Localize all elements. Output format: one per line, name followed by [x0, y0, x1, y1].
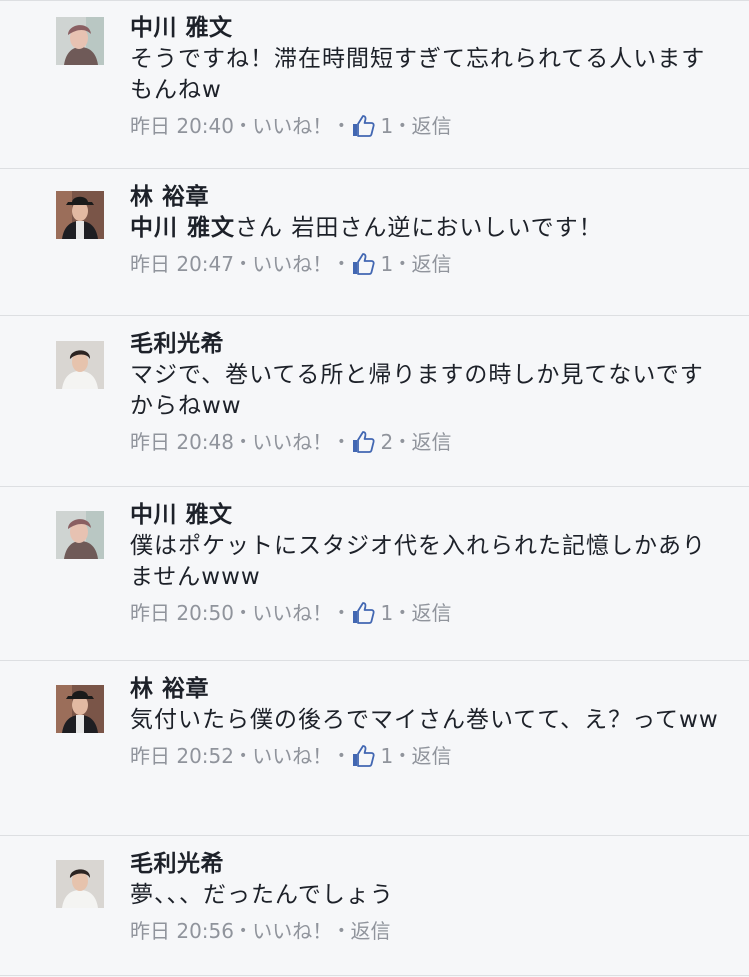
separator: • [239, 748, 248, 764]
like-button[interactable]: いいね！ [252, 112, 332, 140]
separator: • [239, 923, 248, 939]
reply-button[interactable]: 返信 [412, 112, 452, 140]
separator: • [398, 605, 407, 621]
like-button[interactable]: いいね！ [252, 742, 332, 770]
like-button[interactable]: いいね！ [252, 250, 332, 278]
avatar-photo [56, 511, 104, 559]
separator: • [398, 256, 407, 272]
avatar-photo [56, 685, 104, 733]
comment-body: 中川 雅文 僕はポケットにスタジオ代を入れられた記憶しかありませんwww 昨日 … [130, 499, 725, 627]
comment-text-content: マジで、巻いてる所と帰りますの時しか見てないですからねww [130, 362, 704, 419]
comment-item: 中川 雅文 そうですね！滞在時間短すぎて忘れられてる人いますもんねw 昨日 20… [0, 0, 749, 169]
comment-text-content: そうですね！滞在時間短すぎて忘れられてる人いますもんねw [130, 46, 706, 103]
timestamp[interactable]: 昨日 20:48 [130, 428, 234, 456]
like-count: 1 [380, 252, 394, 276]
avatar-photo [56, 17, 104, 65]
comment-text-content: 気付いたら僕の後ろでマイさん巻いてて、え？ってww [130, 707, 719, 733]
avatar[interactable] [56, 341, 104, 389]
author-name[interactable]: 毛利光希 [130, 328, 725, 360]
comment-text: そうですね！滞在時間短すぎて忘れられてる人いますもんねw [130, 44, 725, 106]
separator: • [337, 256, 346, 272]
like-button[interactable]: いいね！ [252, 599, 332, 627]
reply-button[interactable]: 返信 [412, 599, 452, 627]
avatar-photo [56, 860, 104, 908]
avatar[interactable] [56, 191, 104, 239]
comment-meta: 昨日 20:40 • いいね！ • 1 • 返信 [130, 112, 725, 140]
author-name[interactable]: 中川 雅文 [130, 12, 725, 44]
comment-item: 林 裕章 気付いたら僕の後ろでマイさん巻いてて、え？ってww 昨日 20:52 … [0, 661, 749, 836]
like-count: 1 [380, 744, 394, 768]
separator: • [337, 748, 346, 764]
timestamp[interactable]: 昨日 20:52 [130, 742, 234, 770]
separator: • [337, 923, 346, 939]
comment-meta: 昨日 20:56 • いいね！ • 返信 [130, 917, 725, 945]
thumbs-up-icon[interactable] [351, 601, 375, 625]
separator: • [239, 256, 248, 272]
separator: • [398, 748, 407, 764]
separator: • [239, 118, 248, 134]
avatar-photo [56, 341, 104, 389]
timestamp[interactable]: 昨日 20:50 [130, 599, 234, 627]
comment-text-content: 僕はポケットにスタジオ代を入れられた記憶しかありませんwww [130, 533, 706, 590]
comment-text-content: さん 岩田さん逆においしいです！ [235, 215, 603, 241]
like-button[interactable]: いいね！ [252, 428, 332, 456]
timestamp[interactable]: 昨日 20:56 [130, 917, 234, 945]
timestamp[interactable]: 昨日 20:40 [130, 112, 234, 140]
comment-text-content: 夢、、、だったんでしょう [130, 882, 394, 908]
separator: • [398, 118, 407, 134]
comment-body: 中川 雅文 そうですね！滞在時間短すぎて忘れられてる人いますもんねw 昨日 20… [130, 12, 725, 140]
author-name[interactable]: 林 裕章 [130, 673, 725, 705]
author-name[interactable]: 毛利光希 [130, 848, 725, 880]
comment-text: 僕はポケットにスタジオ代を入れられた記憶しかありませんwww [130, 531, 725, 593]
comment-body: 林 裕章 気付いたら僕の後ろでマイさん巻いてて、え？ってww 昨日 20:52 … [130, 673, 725, 770]
comment-item: 毛利光希 夢、、、だったんでしょう 昨日 20:56 • いいね！ • 返信 [0, 836, 749, 977]
comment-item: 毛利光希 マジで、巻いてる所と帰りますの時しか見てないですからねww 昨日 20… [0, 316, 749, 487]
reply-button[interactable]: 返信 [412, 742, 452, 770]
reply-button[interactable]: 返信 [412, 250, 452, 278]
like-count: 1 [380, 114, 394, 138]
bottom-divider [0, 975, 749, 976]
author-name[interactable]: 中川 雅文 [130, 499, 725, 531]
separator: • [398, 434, 407, 450]
avatar[interactable] [56, 685, 104, 733]
author-name[interactable]: 林 裕章 [130, 181, 725, 213]
thumbs-up-icon[interactable] [351, 252, 375, 276]
like-button[interactable]: いいね！ [252, 917, 332, 945]
timestamp[interactable]: 昨日 20:47 [130, 250, 234, 278]
reply-button[interactable]: 返信 [412, 428, 452, 456]
thumbs-up-icon[interactable] [351, 744, 375, 768]
separator: • [239, 605, 248, 621]
comment-meta: 昨日 20:48 • いいね！ • 2 • 返信 [130, 428, 725, 456]
comment-body: 毛利光希 マジで、巻いてる所と帰りますの時しか見てないですからねww 昨日 20… [130, 328, 725, 456]
separator: • [337, 118, 346, 134]
thumbs-up-icon[interactable] [351, 430, 375, 454]
comment-text: 中川 雅文さん 岩田さん逆においしいです！ [130, 213, 725, 244]
avatar[interactable] [56, 511, 104, 559]
comment-meta: 昨日 20:52 • いいね！ • 1 • 返信 [130, 742, 725, 770]
avatar-photo [56, 191, 104, 239]
separator: • [337, 434, 346, 450]
like-count: 2 [380, 430, 394, 454]
avatar[interactable] [56, 17, 104, 65]
like-count: 1 [380, 601, 394, 625]
comment-text: 気付いたら僕の後ろでマイさん巻いてて、え？ってww [130, 705, 725, 736]
comment-meta: 昨日 20:47 • いいね！ • 1 • 返信 [130, 250, 725, 278]
separator: • [239, 434, 248, 450]
comment-text: マジで、巻いてる所と帰りますの時しか見てないですからねww [130, 360, 725, 422]
comment-body: 林 裕章 中川 雅文さん 岩田さん逆においしいです！ 昨日 20:47 • いい… [130, 181, 725, 278]
reply-button[interactable]: 返信 [351, 917, 391, 945]
avatar[interactable] [56, 860, 104, 908]
comment-item: 中川 雅文 僕はポケットにスタジオ代を入れられた記憶しかありませんwww 昨日 … [0, 487, 749, 661]
comment-meta: 昨日 20:50 • いいね！ • 1 • 返信 [130, 599, 725, 627]
comment-item: 林 裕章 中川 雅文さん 岩田さん逆においしいです！ 昨日 20:47 • いい… [0, 169, 749, 316]
comment-text: 夢、、、だったんでしょう [130, 880, 725, 911]
separator: • [337, 605, 346, 621]
mention-link[interactable]: 中川 雅文 [130, 215, 235, 241]
thumbs-up-icon[interactable] [351, 114, 375, 138]
comment-body: 毛利光希 夢、、、だったんでしょう 昨日 20:56 • いいね！ • 返信 [130, 848, 725, 945]
